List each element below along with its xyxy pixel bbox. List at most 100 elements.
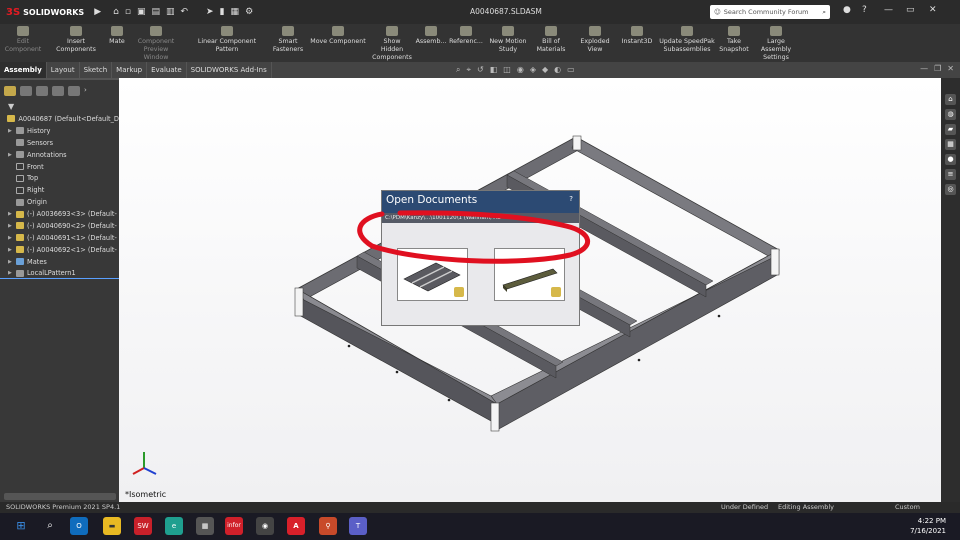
appearances-icon[interactable]: ●	[945, 154, 956, 165]
new-document-icon[interactable]: ▫	[125, 7, 131, 17]
print-icon[interactable]: ▥	[166, 7, 175, 17]
command-large-assembly-settings[interactable]: Large Assembly Settings	[748, 24, 804, 62]
command-referenc[interactable]: Referenc...	[448, 24, 484, 62]
view-settings-icon[interactable]: ▭	[567, 65, 575, 75]
tab-layout[interactable]: Layout	[47, 62, 80, 78]
select-icon[interactable]: ➤	[206, 7, 214, 17]
command-insert-components[interactable]: Insert Components	[46, 24, 106, 62]
options-gear-icon[interactable]: ⚙	[245, 7, 253, 17]
command-linear-component-pattern[interactable]: Linear Component Pattern	[184, 24, 270, 62]
tree-node[interactable]: ▶ History	[0, 125, 119, 137]
apply-scene-icon[interactable]: ◐	[554, 65, 561, 75]
hide-show-items-icon[interactable]: ◈	[530, 65, 536, 75]
save-icon[interactable]: ▤	[151, 7, 160, 17]
expand-arrow-icon[interactable]: ▶	[8, 270, 14, 276]
tree-node[interactable]: Top	[0, 172, 119, 184]
zoom-to-area-icon[interactable]: ⌖	[466, 65, 471, 75]
solidworks-taskbar-icon[interactable]: SW	[134, 517, 152, 535]
expand-arrow-icon[interactable]: ▶	[8, 235, 14, 241]
search-community-input[interactable]: ☺ Search Community Forum ⌕	[710, 5, 830, 19]
tree-node[interactable]: ▶ (-) A0040690<2> (Default-	[0, 220, 119, 232]
tree-node[interactable]: Right	[0, 184, 119, 196]
tab-evaluate[interactable]: Evaluate	[147, 62, 187, 78]
view-palette-icon[interactable]: ▦	[945, 139, 956, 150]
command-take-snapshot[interactable]: Take Snapshot	[719, 24, 749, 62]
tree-node[interactable]: ▶ (-) A0040691<1> (Default-	[0, 232, 119, 244]
tree-node[interactable]: Sensors	[0, 137, 119, 149]
viewport-minimize-icon[interactable]: —	[920, 64, 928, 73]
command-bill-of-materials[interactable]: Bill of Materials	[532, 24, 570, 62]
view-orientation-icon[interactable]: ◫	[503, 65, 511, 75]
edge-icon[interactable]: e	[165, 517, 183, 535]
expand-arrow-icon[interactable]: ▶	[8, 128, 14, 134]
system-clock[interactable]: 4:22 PM 7/16/2021	[910, 516, 946, 536]
tree-node[interactable]: A0040687 (Default<Default_D	[0, 113, 119, 125]
minimize-button[interactable]: —	[884, 5, 893, 15]
zoom-to-fit-icon[interactable]: ⌕	[456, 65, 460, 75]
filter-icon[interactable]: ▼	[0, 100, 119, 113]
tree-node[interactable]: ▶ LocalLPattern1	[0, 268, 119, 280]
tree-horizontal-scrollbar[interactable]	[4, 493, 116, 500]
tab-solidworks-add-ins[interactable]: SOLIDWORKS Add-Ins	[187, 62, 272, 78]
configuration-manager-tab-icon[interactable]	[36, 86, 48, 96]
display-manager-tab-icon[interactable]	[68, 86, 80, 96]
help-icon[interactable]: ?	[862, 5, 867, 15]
command-component-preview-window[interactable]: Component Preview Window	[128, 24, 184, 62]
outlook-icon[interactable]: O	[70, 517, 88, 535]
tree-node[interactable]: ▶ (-) A0036693<3> (Default-	[0, 208, 119, 220]
command-mate[interactable]: Mate	[106, 24, 128, 62]
file-properties-icon[interactable]: ▦	[231, 7, 240, 17]
close-button[interactable]: ✕	[929, 5, 937, 15]
dimxpert-tab-icon[interactable]	[52, 86, 64, 96]
viewport-restore-icon[interactable]: ❐	[934, 64, 941, 73]
display-style-icon[interactable]: ◉	[517, 65, 524, 75]
tab-markup[interactable]: Markup	[112, 62, 148, 78]
property-manager-tab-icon[interactable]	[20, 86, 32, 96]
camera-icon[interactable]: ◉	[256, 517, 274, 535]
more-tabs-chevron-icon[interactable]: ›	[84, 86, 96, 96]
command-edit-component[interactable]: Edit Component	[0, 24, 46, 62]
expand-arrow-icon[interactable]: ▶	[8, 152, 14, 158]
expand-arrow-icon[interactable]: ▶	[8, 259, 14, 265]
expand-arrow-icon[interactable]: ▶	[8, 211, 14, 217]
home-icon[interactable]: ⌂	[113, 7, 119, 17]
file-explorer-icon[interactable]: ▰	[945, 124, 956, 135]
expand-arrow-icon[interactable]: ▶	[8, 247, 14, 253]
acrobat-icon[interactable]: A	[287, 517, 305, 535]
tree-node[interactable]: ▶ Annotations	[0, 149, 119, 161]
open-icon[interactable]: ▣	[137, 7, 146, 17]
command-new-motion-study[interactable]: New Motion Study	[484, 24, 532, 62]
tree-node[interactable]: Origin	[0, 196, 119, 208]
previous-view-icon[interactable]: ↺	[477, 65, 484, 75]
command-instant3d[interactable]: Instant3D	[620, 24, 654, 62]
command-move-component[interactable]: Move Component	[306, 24, 370, 62]
tab-sketch[interactable]: Sketch	[80, 62, 113, 78]
pdm-icon[interactable]: ⚲	[319, 517, 337, 535]
command-exploded-view[interactable]: Exploded View	[570, 24, 620, 62]
command-assemb[interactable]: Assemb...	[414, 24, 448, 62]
infor-icon[interactable]: infor	[225, 517, 243, 535]
document-thumbnail-beam[interactable]	[494, 248, 565, 301]
command-smart-fasteners[interactable]: Smart Fasteners	[270, 24, 306, 62]
tree-node[interactable]: Front	[0, 161, 119, 173]
section-view-icon[interactable]: ◧	[490, 65, 498, 75]
solidworks-logo[interactable]: 3S SOLIDWORKS	[6, 7, 84, 18]
pdm-vault-icon[interactable]: ◎	[945, 184, 956, 195]
restore-button[interactable]: ▭	[906, 5, 915, 15]
design-library-icon[interactable]: ◍	[945, 109, 956, 120]
edit-appearance-icon[interactable]: ◆	[542, 65, 548, 75]
search-taskbar-icon[interactable]: ⌕	[41, 517, 59, 535]
user-account-icon[interactable]: ●	[843, 5, 851, 15]
dialog-help-button[interactable]: ?	[569, 195, 573, 203]
solidworks-resources-icon[interactable]: ⌂	[945, 94, 956, 105]
custom-properties-icon[interactable]: ≡	[945, 169, 956, 180]
tab-assembly[interactable]: Assembly	[0, 62, 47, 78]
menu-arrow-icon[interactable]: ▶	[94, 7, 101, 17]
undo-icon[interactable]: ↶	[181, 7, 189, 17]
tree-node[interactable]: ▶ Mates	[0, 256, 119, 268]
calculator-icon[interactable]: ▦	[196, 517, 214, 535]
file-explorer-icon[interactable]: ▬	[103, 517, 121, 535]
expand-arrow-icon[interactable]: ▶	[8, 223, 14, 229]
viewport-close-icon[interactable]: ✕	[947, 64, 954, 73]
teams-icon[interactable]: T	[349, 517, 367, 535]
